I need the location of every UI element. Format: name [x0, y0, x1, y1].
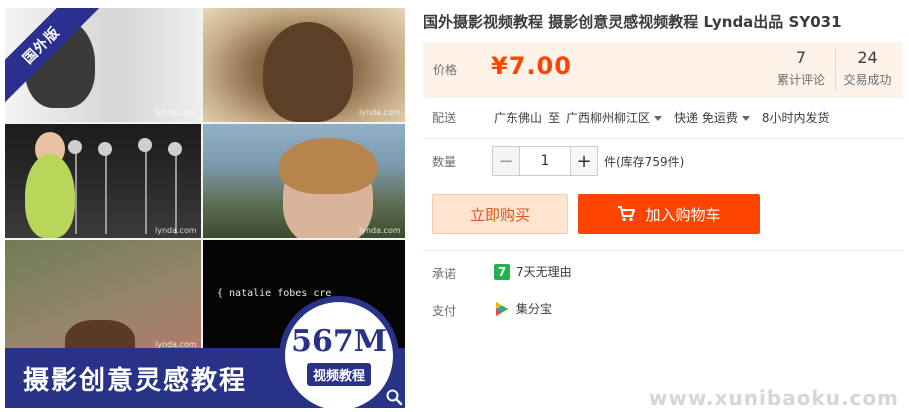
destination-text: 广西柳州柳江区 — [566, 111, 651, 125]
badge-label: 视频教程 — [306, 362, 371, 386]
sales-count: 24 — [857, 48, 878, 67]
sales-label: 交易成功 — [843, 73, 892, 87]
image-tile-studio: lynda.com — [5, 124, 201, 238]
quantity-stepper: − 1 + — [492, 146, 598, 176]
jifenbao-icon — [496, 301, 508, 316]
quantity-input[interactable]: 1 — [520, 146, 570, 176]
lynda-watermark: lynda.com — [155, 226, 197, 235]
lynda-watermark: lynda.com — [155, 108, 197, 117]
seven-day-icon: 7 — [494, 263, 510, 280]
chevron-down-icon — [654, 116, 663, 121]
elder-face — [263, 22, 353, 122]
cart-icon — [618, 206, 636, 222]
promise-text: 7天无理由 — [516, 265, 572, 279]
banner-title: 摄影创意灵感教程 — [23, 365, 248, 396]
dispatch-time: 8小时内发货 — [761, 111, 830, 125]
payment-text: 集分宝 — [516, 302, 553, 316]
price-panel: 价格 ¥7.00 7 累计评论 24 交易成功 — [423, 42, 903, 98]
sales-stat: 24 交易成功 — [835, 48, 899, 92]
reviews-stat[interactable]: 7 累计评论 — [769, 48, 833, 88]
studio-light — [98, 142, 112, 156]
light-stand — [145, 142, 147, 234]
decrease-button[interactable]: − — [492, 146, 520, 176]
stock-text: 件(库存759件) — [604, 155, 685, 169]
divider — [423, 138, 903, 139]
divider — [423, 250, 903, 251]
product-title: 国外摄影视频教程 摄影创意灵感视频教程 Lynda出品 SY031 — [423, 13, 842, 31]
buy-now-button[interactable]: 立即购买 — [432, 194, 568, 234]
search-icon[interactable] — [385, 388, 403, 406]
lynda-watermark: lynda.com — [359, 108, 401, 117]
image-tile-elder-portrait: lynda.com — [203, 8, 405, 122]
woman-hair — [279, 138, 377, 194]
quantity-label: 数量 — [432, 155, 457, 169]
studio-light — [138, 138, 152, 152]
shipping-method-text: 快递 免运费 — [674, 111, 738, 125]
reviews-count: 7 — [795, 48, 807, 67]
payment-label: 支付 — [432, 304, 457, 318]
size-badge: 567M 视频教程 — [279, 296, 399, 408]
add-to-cart-label: 加入购物车 — [645, 205, 721, 224]
tile-caption: { natalie fobes cre — [217, 288, 332, 299]
badge-size: 567M — [291, 323, 387, 359]
destination-select[interactable]: 广西柳州柳江区 — [566, 109, 668, 126]
add-to-cart-button[interactable]: 加入购物车 — [578, 194, 760, 234]
price-label: 价格 — [433, 63, 458, 77]
site-watermark: www.xunibaoku.com — [648, 386, 899, 410]
shipping-label: 配送 — [432, 111, 457, 125]
ship-to-word: 至 — [548, 111, 561, 125]
shipping-details: 广东佛山 至 广西柳州柳江区 快递 免运费 8小时内发货 — [494, 109, 830, 126]
light-stand — [105, 146, 107, 234]
promise-item[interactable]: 7 7天无理由 — [494, 263, 572, 280]
presenter-jacket — [25, 154, 75, 238]
price-value: ¥7.00 — [491, 52, 572, 80]
reviews-label: 累计评论 — [776, 73, 825, 87]
studio-light — [168, 142, 182, 156]
payment-item[interactable]: 集分宝 — [494, 300, 552, 317]
lynda-watermark: lynda.com — [359, 226, 401, 235]
ship-from: 广东佛山 — [494, 111, 543, 125]
studio-light — [68, 140, 82, 154]
light-stand — [75, 144, 77, 234]
increase-button[interactable]: + — [570, 146, 598, 176]
shipping-method-select[interactable]: 快递 免运费 — [674, 109, 756, 126]
image-tile-woman-portrait: lynda.com — [203, 124, 405, 238]
product-main-image[interactable]: lynda.com lynda.com lynda.com lynda.com … — [5, 8, 405, 408]
promise-label: 承诺 — [432, 267, 457, 281]
light-stand — [175, 146, 177, 234]
chevron-down-icon — [741, 116, 750, 121]
